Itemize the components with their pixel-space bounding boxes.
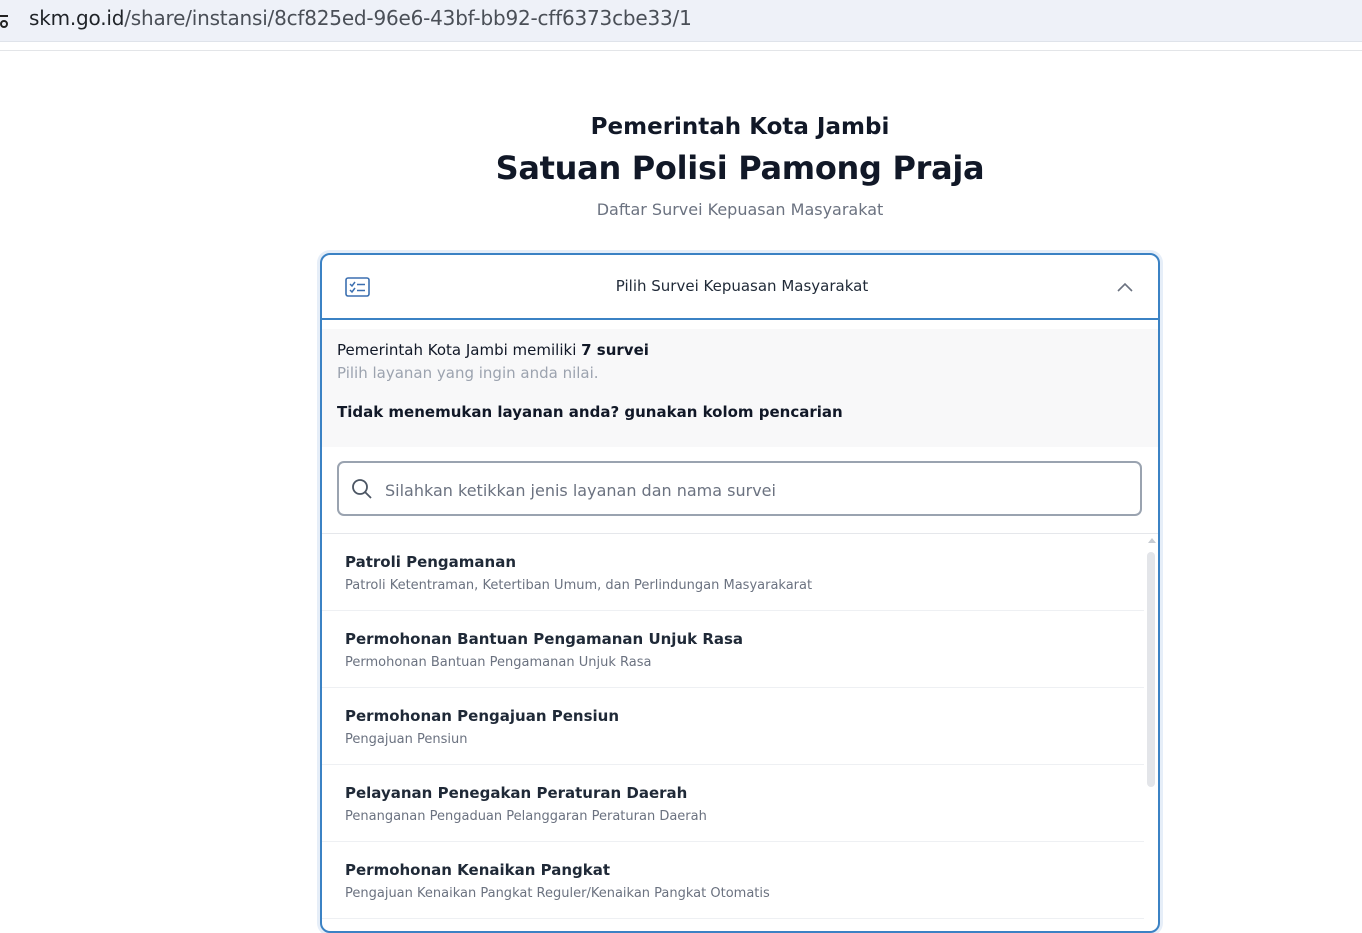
search-box[interactable]	[337, 461, 1142, 516]
survey-subtitle: Pengajuan Kenaikan Pangkat Reguler/Kenai…	[345, 886, 770, 901]
chevron-up-icon[interactable]	[1115, 280, 1135, 294]
survey-title: Patroli Pengamanan	[345, 553, 517, 571]
panel-title: Pilih Survei Kepuasan Masyarakat	[615, 277, 869, 295]
survey-count: 7 survei	[581, 341, 649, 359]
url-host: skm.go.id	[29, 6, 125, 30]
survey-picker-toggle[interactable]: Pilih Survei Kepuasan Masyarakat	[322, 255, 1158, 320]
scroll-up-arrow-icon[interactable]	[1148, 538, 1156, 543]
survey-picker-panel: Pilih Survei Kepuasan Masyarakat Pemerin…	[320, 253, 1160, 933]
browser-address-bar[interactable]: skm.go.id/share/instansi/8cf825ed-96e6-4…	[0, 0, 1362, 42]
survey-count-prefix: Pemerintah Kota Jambi memiliki	[337, 341, 582, 359]
survey-item[interactable]: Permohonan Pengajuan Pensiun Pengajuan P…	[322, 688, 1144, 765]
survey-info-box: Pemerintah Kota Jambi memiliki 7 survei …	[322, 329, 1158, 447]
survey-title: Permohonan Pengajuan Pensiun	[345, 707, 620, 725]
divider	[0, 50, 1362, 51]
survey-hint: Pilih layanan yang ingin anda nilai.	[337, 364, 599, 382]
survey-item[interactable]: Permohonan Kenaikan Pangkat Pengajuan Ke…	[322, 842, 1144, 919]
survey-subtitle: Penanganan Pengaduan Pelanggaran Peratur…	[345, 809, 707, 824]
search-hint: Tidak menemukan layanan anda? gunakan ko…	[337, 403, 843, 421]
survey-title: Permohonan Bantuan Pengamanan Unjuk Rasa	[345, 630, 744, 648]
url-text[interactable]: skm.go.id/share/instansi/8cf825ed-96e6-4…	[29, 6, 692, 30]
survey-title: Permohonan Kenaikan Pangkat	[345, 861, 611, 879]
survey-item[interactable]: Permohonan Bantuan Pengamanan Unjuk Rasa…	[322, 611, 1144, 688]
survey-item[interactable]: Pelayanan Penegakan Peraturan Daerah Pen…	[322, 765, 1144, 842]
survey-title: Pelayanan Penegakan Peraturan Daerah	[345, 784, 688, 802]
survey-item[interactable]: Patroli Pengamanan Patroli Ketentraman, …	[322, 534, 1144, 611]
organization-name: Pemerintah Kota Jambi	[590, 114, 890, 140]
survey-list: Patroli Pengamanan Patroli Ketentraman, …	[322, 534, 1144, 931]
search-input[interactable]	[383, 473, 1127, 507]
survey-subtitle: Patroli Ketentraman, Ketertiban Umum, da…	[345, 578, 813, 593]
list-scrollbar[interactable]	[1144, 534, 1158, 931]
page-subtitle: Daftar Survei Kepuasan Masyarakat	[596, 200, 884, 219]
survey-count-text: Pemerintah Kota Jambi memiliki 7 survei	[337, 341, 649, 359]
survey-subtitle: Permohonan Bantuan Pengamanan Unjuk Rasa	[345, 655, 652, 670]
search-icon	[352, 479, 372, 499]
url-path: /share/instansi/8cf825ed-96e6-43bf-bb92-…	[124, 6, 692, 30]
survey-subtitle: Pengajuan Pensiun	[345, 732, 468, 747]
site-info-icon[interactable]	[0, 13, 10, 29]
scrollbar-thumb[interactable]	[1147, 552, 1155, 787]
page-title: Satuan Polisi Pamong Praja	[495, 149, 985, 187]
